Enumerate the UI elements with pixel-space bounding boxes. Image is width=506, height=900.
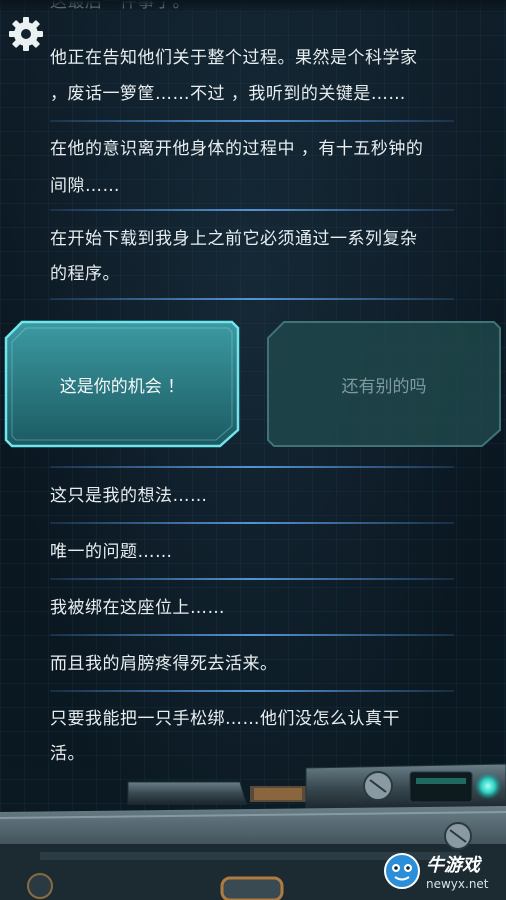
- top-fade: [0, 0, 506, 14]
- dialog-separator: [50, 120, 454, 122]
- dialog-line: 这只是我的想法……: [50, 486, 208, 506]
- choice-button-anything-else[interactable]: 还有别的吗: [266, 320, 502, 448]
- watermark: 牛游戏 newyx.net: [382, 848, 500, 894]
- dialog-separator: [50, 690, 454, 692]
- dialog-line: 在他的意识离开他身体的过程中 ，有十五秒钟的: [50, 139, 424, 159]
- dialog-line: 而且我的肩膀疼得死去活来。: [50, 654, 278, 674]
- dialog-line: 唯一的问题……: [50, 542, 173, 562]
- settings-button[interactable]: [6, 14, 46, 54]
- dialog-separator: [50, 466, 454, 468]
- dialog-separator: [50, 209, 454, 211]
- dialog-line: 只要我能把一只手松绑……他们没怎么认真干: [50, 709, 400, 729]
- choice-label: 还有别的吗: [341, 376, 427, 397]
- dialog-line: 他正在告知他们关于整个过程。果然是个科学家: [50, 48, 418, 68]
- dialog-line: ，废话一箩筐……不过 ，我听到的关键是……: [50, 84, 406, 104]
- watermark-text: 牛游戏: [426, 855, 480, 876]
- dialog-separator: [50, 634, 454, 636]
- dialog-separator: [50, 578, 454, 580]
- choice-label: 这是你的机会 ！: [59, 376, 185, 397]
- choice-button-take-chance[interactable]: 这是你的机会 ！: [4, 320, 240, 448]
- dialog-separator: [50, 298, 454, 300]
- mascot-logo-icon: [384, 853, 420, 889]
- dialog-line: 的程序。: [50, 264, 120, 284]
- dialog-line: 间隙……: [50, 176, 120, 196]
- dialog-line: 我被绑在这座位上……: [50, 598, 225, 618]
- dialog-separator: [50, 522, 454, 524]
- gear-icon: [9, 17, 43, 51]
- dialog-line: 在开始下载到我身上之前它必须通过一系列复杂: [50, 229, 418, 249]
- watermark-url: newyx.net: [426, 877, 489, 891]
